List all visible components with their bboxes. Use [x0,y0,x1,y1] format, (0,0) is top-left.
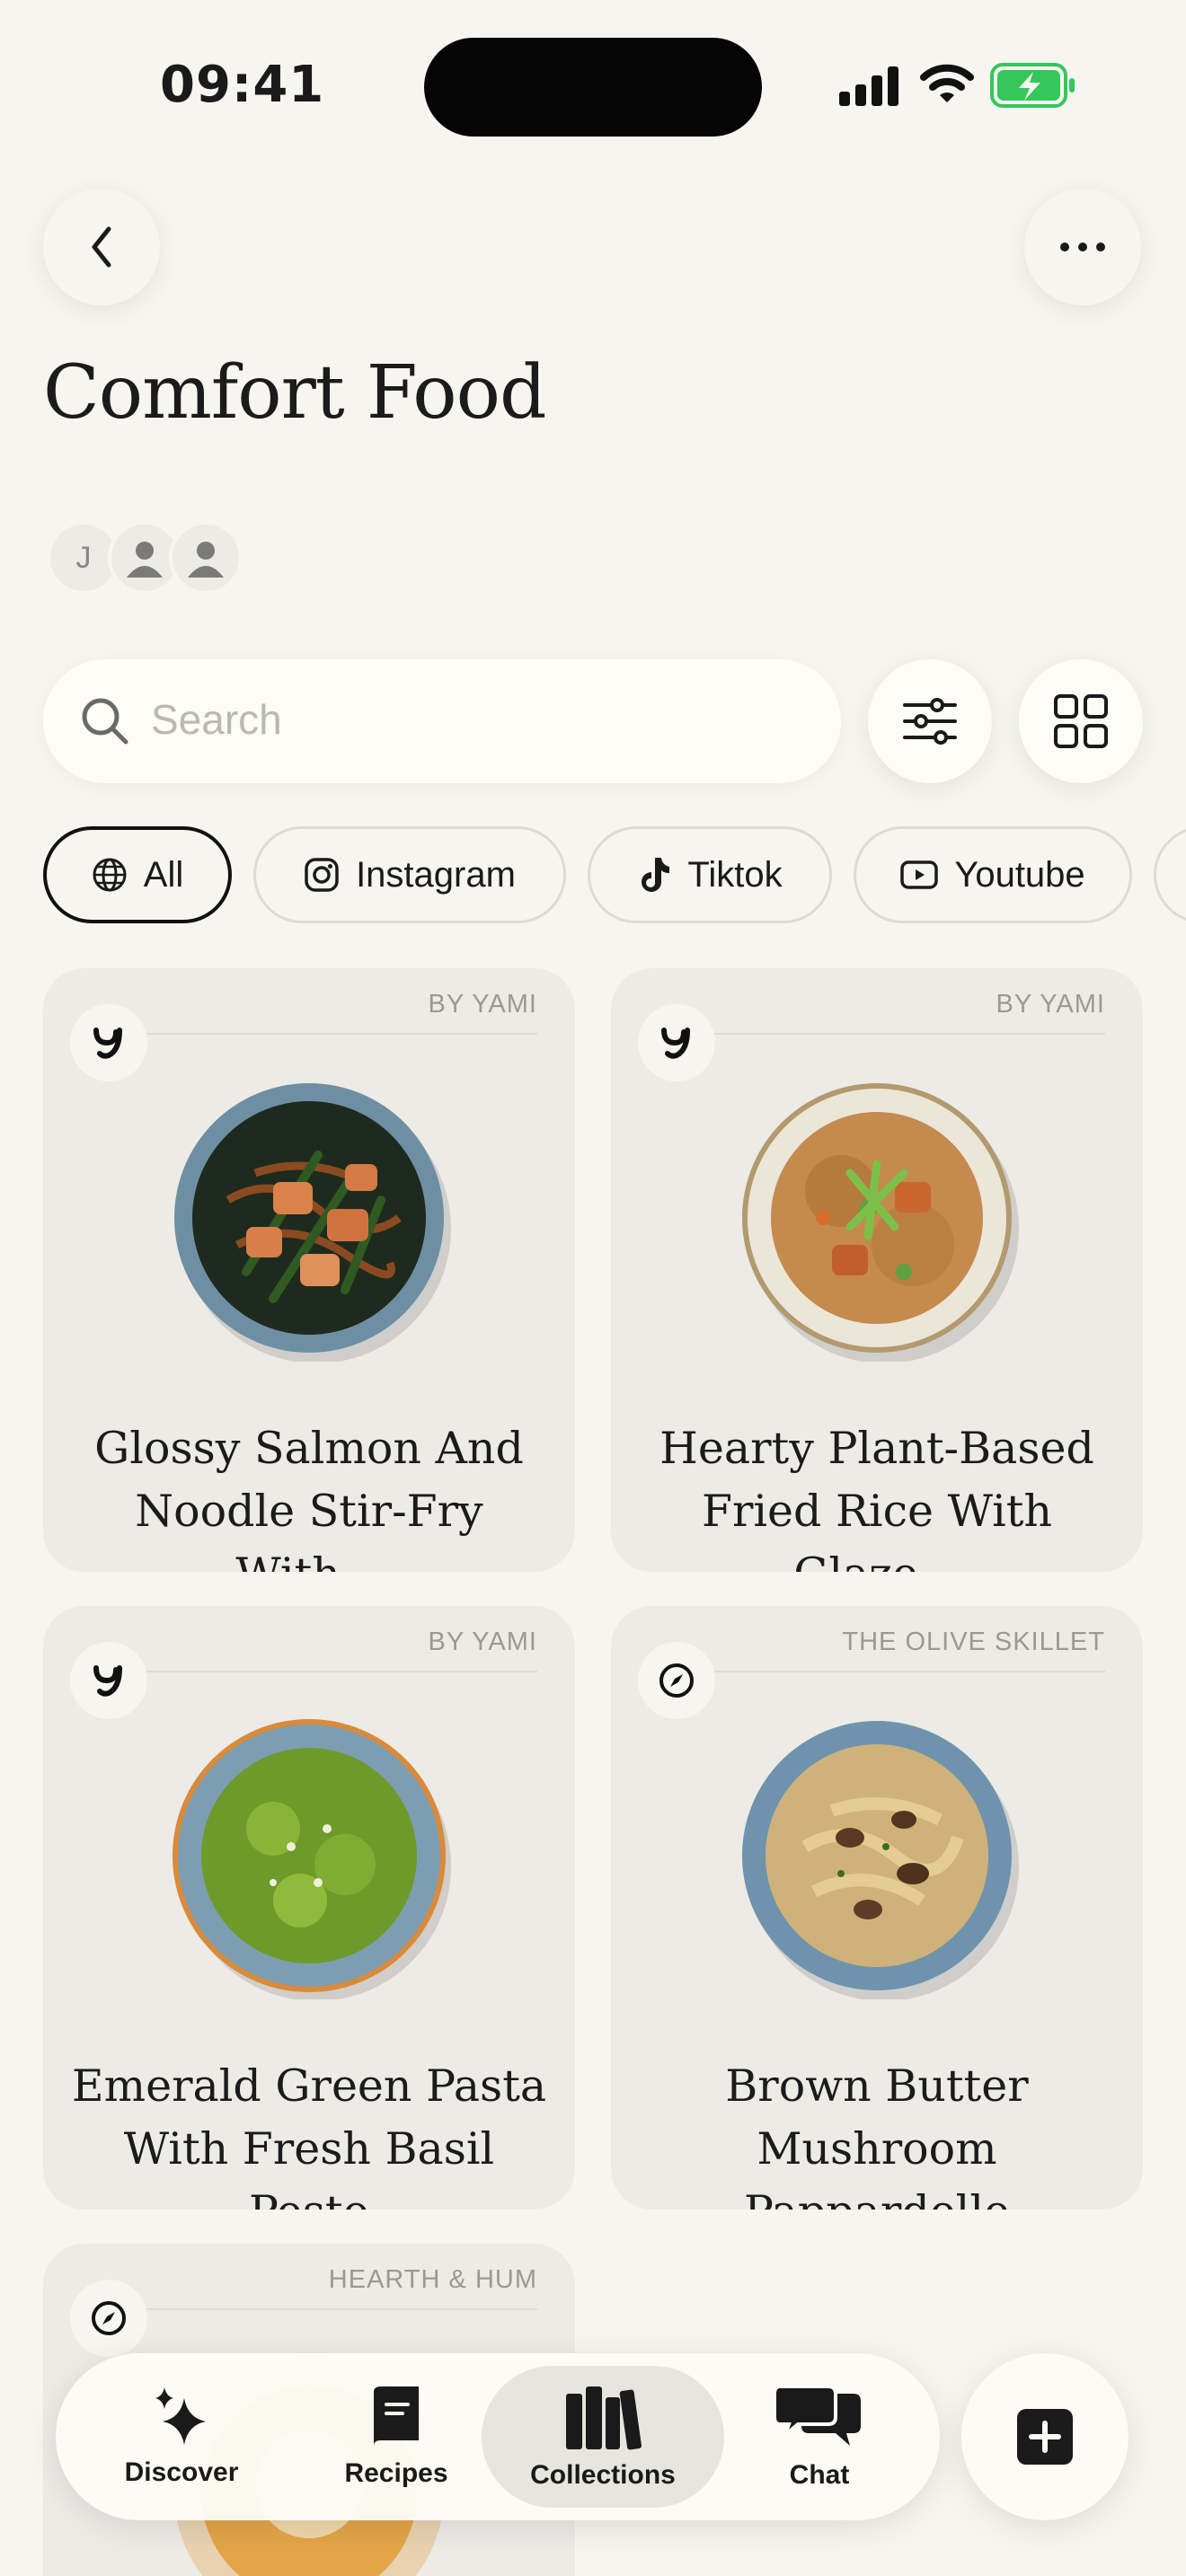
page-title: Comfort Food [43,350,546,436]
tiktok-icon [642,858,670,892]
recipe-title-line: With Fresh Basil Pesto [123,2123,495,2210]
recipe-title-line: Hearty Plant-Based [659,1423,1094,1474]
source-badge [70,1004,147,1081]
yami-logo-icon [93,1665,122,1697]
recipe-source: HEARTH & HUM [328,2265,537,2294]
youtube-icon [900,860,939,889]
recipe-card[interactable]: BY YAMI Glossy Salmon And Noodle Stir-Fry… [43,968,575,1572]
grid-view-button[interactable] [1019,659,1143,783]
avatar [169,521,243,595]
ellipsis-icon [1060,243,1105,251]
divider [142,1033,537,1035]
source-badge [638,1642,715,1719]
nav-collections[interactable]: Collections [482,2353,724,2520]
back-button[interactable] [43,189,160,305]
source-badge [638,1004,715,1081]
recipe-source: THE OLIVE SKILLET [842,1628,1105,1656]
nav-label: Discover [124,2457,239,2487]
sliders-icon [903,698,957,745]
battery-charging-icon [990,63,1075,108]
filter-chip-youtube[interactable]: Youtube [854,826,1132,923]
dish-image [742,1083,1019,1362]
search-icon [82,698,128,745]
grid-icon [1054,694,1108,748]
dynamic-island [424,38,762,137]
recipe-title-line: Noodle Stir-Fry With... [135,1486,483,1572]
filter-chip-tiktok[interactable]: Tiktok [588,826,832,923]
recipe-card[interactable]: THE OLIVE SKILLET Brown Butter Mushroom P… [611,1606,1143,2210]
divider [142,2308,537,2310]
filter-chip-all[interactable]: All [43,826,232,923]
nav-label: Collections [530,2460,676,2490]
compass-icon [92,2301,126,2335]
person-icon [127,542,163,578]
chevron-left-icon [92,226,111,268]
divider [710,1033,1105,1035]
more-options-button[interactable] [1024,189,1141,305]
books-icon [566,2386,642,2450]
add-button[interactable] [961,2353,1128,2520]
nav-discover[interactable]: Discover [119,2353,244,2520]
signal-icon [839,66,898,106]
recipe-book-icon [374,2386,419,2446]
recipe-card[interactable]: BY YAMI Hearty Plant-Based Fried Rice Wit… [611,968,1143,1572]
globe-icon [93,858,127,892]
recipe-source: BY YAMI [996,990,1105,1019]
nav-recipes[interactable]: Recipes [329,2353,464,2520]
filter-chip-instagram[interactable]: Instagram [253,826,566,923]
person-icon [188,542,224,578]
divider [142,1671,537,1672]
dish-image [742,1721,1019,1999]
recipe-title-line: Pappardelle [744,2186,1010,2210]
chip-label: Tiktok [687,854,783,895]
dish-image [173,1719,451,1999]
chip-label: All [143,854,184,895]
filter-button[interactable] [868,659,992,783]
dish-image [174,1083,451,1362]
recipe-title-line: Glossy Salmon And [94,1423,524,1474]
search-input[interactable]: Search [151,695,282,744]
nav-label: Recipes [344,2458,448,2488]
chip-label: Instagram [356,854,516,895]
bottom-nav: Discover Recipes Collections Chat [56,2353,940,2520]
recipe-title-line: Fried Rice With Glaze... [701,1486,1053,1572]
recipe-title: Glossy Salmon And Noodle Stir-Fry With... [61,1417,557,1572]
wifi-icon [920,64,974,102]
yami-logo-icon [93,1028,122,1059]
avatar-initial: J [75,540,92,575]
instagram-icon [305,858,339,892]
recipe-title: Brown Butter Mushroom Pappardelle [629,2055,1125,2210]
nav-chat[interactable]: Chat [757,2353,882,2520]
search-field[interactable]: Search [43,659,841,783]
collection-members[interactable]: J [47,521,243,595]
compass-icon [659,1663,694,1698]
plus-square-icon [1017,2409,1073,2465]
recipe-source: BY YAMI [428,990,537,1019]
status-time: 09:41 [160,56,325,114]
recipe-card[interactable]: BY YAMI Emerald Green Pasta With Fresh Ba… [43,1606,575,2210]
recipe-title-line: Emerald Green Pasta [71,2060,547,2112]
recipe-title: Emerald Green Pasta With Fresh Basil Pest… [61,2055,557,2210]
recipe-source: BY YAMI [428,1628,537,1656]
chip-label: Youtube [954,854,1085,895]
source-badge [70,2280,147,2357]
chat-bubbles-icon [774,2385,861,2446]
nav-label: Chat [789,2460,850,2490]
recipe-title: Hearty Plant-Based Fried Rice With Glaze.… [629,1417,1125,1572]
source-badge [70,1642,147,1719]
filter-chip-more[interactable] [1154,826,1186,923]
sparkles-icon [155,2387,206,2445]
yami-logo-icon [661,1028,690,1059]
divider [710,1671,1105,1672]
recipe-title-line: Brown Butter Mushroom [725,2060,1029,2175]
